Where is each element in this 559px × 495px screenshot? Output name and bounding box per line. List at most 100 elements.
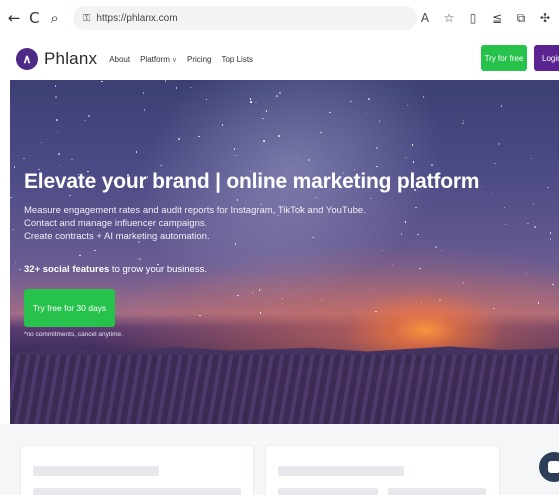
star — [376, 147, 378, 149]
nav-platform-label: Platform — [140, 54, 170, 64]
try-for-free-button[interactable]: Try for free — [481, 45, 527, 71]
phlanx-logo-icon[interactable]: ∧ — [16, 48, 38, 70]
star — [500, 105, 503, 107]
star — [320, 299, 323, 301]
star — [19, 268, 21, 271]
favorites-icon[interactable]: ≦ — [489, 10, 505, 26]
star — [504, 223, 507, 226]
star — [278, 135, 280, 137]
star — [56, 119, 58, 121]
star — [265, 110, 268, 112]
star — [255, 101, 257, 104]
search-icon[interactable]: ⌕ — [47, 9, 63, 27]
star — [71, 158, 73, 161]
skeleton-line — [33, 488, 241, 495]
star — [237, 294, 239, 297]
hero-features: 32+ social features to grow your busines… — [24, 264, 207, 275]
star — [391, 263, 394, 266]
placeholder-card-1 — [20, 445, 254, 495]
star — [23, 157, 25, 160]
nav-about[interactable]: About — [109, 55, 130, 64]
features-count: 32+ social features — [24, 264, 110, 275]
star — [312, 236, 314, 239]
star — [94, 249, 96, 252]
skeleton-line — [278, 488, 378, 495]
favorite-star-icon[interactable]: ☆ — [441, 10, 457, 26]
star — [79, 254, 81, 257]
no-commitment-note: *no commitments, cancel anytime. — [24, 331, 123, 338]
nav-platform[interactable]: Platform ∨ — [140, 55, 177, 64]
star — [54, 85, 57, 87]
split-screen-icon[interactable]: ▯ — [465, 10, 481, 26]
star — [69, 194, 71, 197]
star — [199, 314, 201, 317]
star — [369, 288, 372, 291]
star — [431, 164, 433, 166]
chat-bubble-icon — [548, 461, 559, 473]
star — [439, 299, 441, 302]
star — [10, 196, 12, 199]
address-bar[interactable]: ⚿ https://phlanx.com — [72, 6, 418, 30]
star — [308, 159, 310, 161]
extensions-icon[interactable]: ✣ — [537, 10, 553, 26]
star — [525, 272, 528, 275]
nav-top-lists[interactable]: Top Lists — [221, 55, 253, 64]
star — [498, 143, 500, 145]
star — [276, 95, 278, 97]
star — [534, 226, 536, 228]
star — [190, 86, 192, 89]
star — [329, 111, 331, 114]
star — [55, 96, 57, 98]
star — [258, 289, 261, 291]
star — [503, 206, 506, 209]
hero-line-1: Measure engagement rates and audit repor… — [24, 205, 366, 216]
star — [415, 206, 417, 209]
star — [462, 122, 464, 125]
star — [532, 203, 535, 205]
star — [375, 310, 377, 313]
star — [164, 80, 167, 82]
star — [462, 282, 465, 284]
reload-icon[interactable]: C — [26, 9, 42, 27]
collections-icon[interactable]: ⧉ — [513, 10, 529, 26]
star — [537, 302, 540, 304]
star — [13, 166, 16, 168]
star — [58, 153, 60, 155]
star — [417, 233, 419, 236]
star — [234, 243, 237, 245]
star — [552, 283, 554, 286]
star — [262, 117, 264, 120]
star — [58, 164, 61, 167]
back-icon[interactable]: ← — [6, 9, 22, 27]
star — [547, 186, 549, 189]
lock-icon: ⚿ — [82, 12, 91, 24]
skeleton-line — [278, 466, 404, 476]
logo-text[interactable]: Phlanx — [44, 49, 97, 69]
star — [549, 238, 552, 240]
star — [491, 192, 494, 195]
hero-line-2: Contact and manage influencer campaigns. — [24, 218, 208, 229]
login-button[interactable]: Login — [534, 45, 559, 71]
star — [139, 258, 141, 260]
star — [84, 119, 86, 121]
star — [422, 96, 425, 98]
star — [88, 115, 90, 117]
nav-pricing[interactable]: Pricing — [187, 55, 211, 64]
url-text[interactable]: https://phlanx.com — [96, 13, 177, 24]
browser-toolbar: ← C ⌕ ⚿ https://phlanx.com A ☆ ▯ ≦ ⧉ ✣ — [0, 0, 559, 36]
main-nav: About Platform ∨ Pricing Top Lists — [109, 55, 253, 64]
star — [297, 155, 300, 158]
star — [420, 301, 423, 304]
read-aloud-icon[interactable]: A — [417, 10, 433, 26]
try-free-30-days-button[interactable]: Try free for 30 days — [24, 289, 115, 327]
star — [175, 87, 178, 89]
star — [250, 101, 252, 103]
lavender-field — [10, 355, 559, 424]
star — [198, 135, 200, 138]
hero-line-3: Create contracts + AI marketing automati… — [24, 231, 210, 242]
star — [462, 120, 465, 122]
star — [135, 151, 138, 153]
star — [236, 199, 239, 201]
browser-actions: A ☆ ▯ ≦ ⧉ ✣ — [417, 10, 553, 26]
star — [494, 162, 496, 165]
